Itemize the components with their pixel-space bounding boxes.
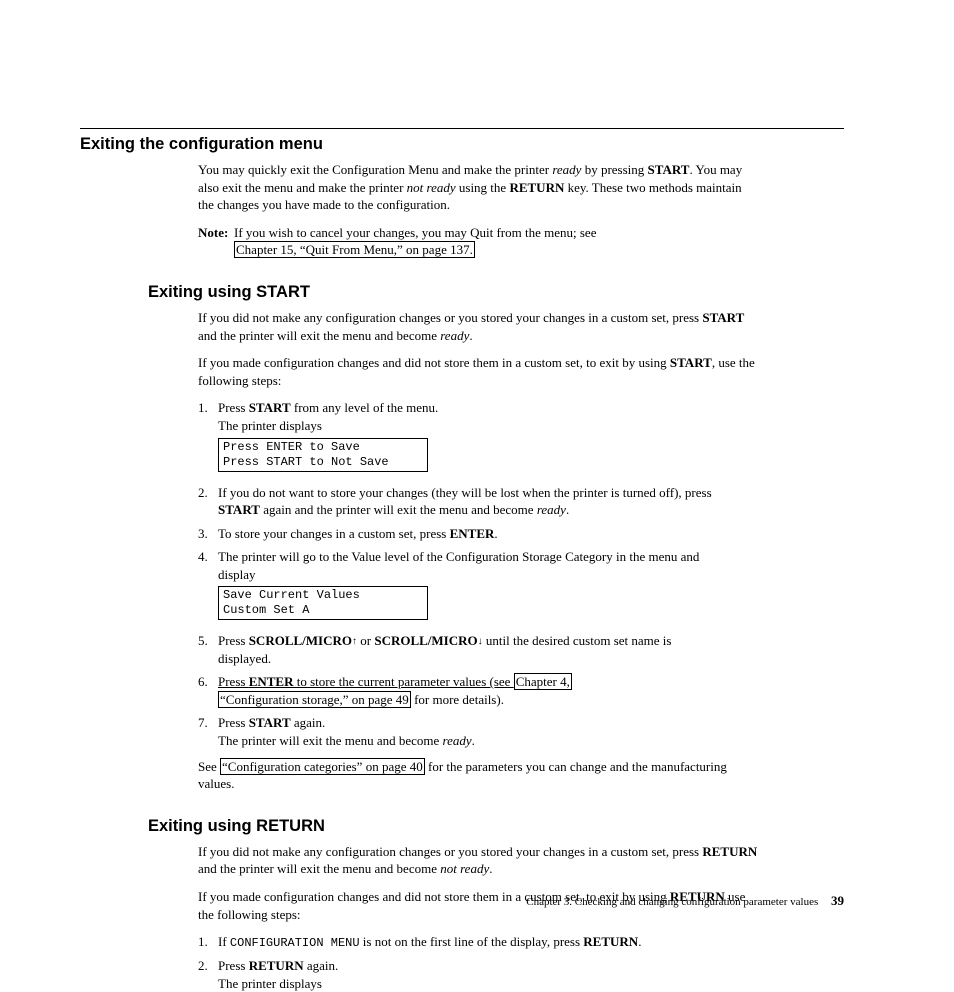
step-number: 6. [198, 673, 218, 708]
heading-exiting-config-menu: Exiting the configuration menu [80, 133, 844, 155]
heading-exiting-return: Exiting using RETURN [148, 815, 844, 837]
ordered-steps-start: 1. Press START from any level of the men… [198, 399, 758, 749]
step-number: 1. [198, 399, 218, 477]
rule [80, 128, 844, 129]
list-item: 7. Press START again. The printer will e… [198, 714, 758, 749]
text: and the printer will exit the menu and b… [198, 328, 440, 343]
step-text: Press START again. [218, 714, 718, 732]
text-bold: RETURN [702, 844, 757, 859]
step-text: To store your changes in a custom set, p… [218, 525, 718, 543]
text: See [198, 759, 220, 774]
intro-paragraph: You may quickly exit the Configuration M… [198, 161, 758, 214]
step-text: The printer displays [218, 975, 718, 992]
note: Note: If you wish to cancel your changes… [198, 224, 758, 259]
heading-exiting-start: Exiting using START [148, 281, 844, 303]
page: Exiting the configuration menu You may q… [0, 0, 954, 954]
step-text: Press RETURN again. [218, 957, 718, 975]
xref-config-categories[interactable]: “Configuration categories” on page 40 [220, 758, 425, 775]
text-italic: not ready [407, 180, 456, 195]
step-number: 4. [198, 548, 218, 626]
step-text: Press SCROLL/MICRO↑ or SCROLL/MICRO↓ unt… [218, 632, 718, 667]
step-text: The printer will exit the menu and becom… [218, 732, 718, 750]
text-bold: START [670, 355, 712, 370]
page-number: 39 [831, 893, 844, 908]
text: If you did not make any configuration ch… [198, 310, 702, 325]
step-number: 5. [198, 632, 218, 667]
paragraph: If you did not make any configuration ch… [198, 843, 758, 878]
text: using the [456, 180, 510, 195]
page-footer: Chapter 3. Checking and changing configu… [526, 892, 844, 910]
ordered-steps-return: 1. If CONFIGURATION MENU is not on the f… [198, 933, 758, 992]
list-item: 4. The printer will go to the Value leve… [198, 548, 758, 626]
step-number: 1. [198, 933, 218, 951]
text-italic: not ready [440, 861, 489, 876]
text-italic: ready [552, 162, 581, 177]
paragraph: If you did not make any configuration ch… [198, 309, 758, 344]
start-section: If you did not make any configuration ch… [198, 309, 758, 792]
mono-text: CONFIGURATION MENU [230, 936, 360, 950]
text-bold: START [702, 310, 744, 325]
list-item: 3. To store your changes in a custom set… [198, 525, 758, 543]
list-item: 1. If CONFIGURATION MENU is not on the f… [198, 933, 758, 951]
note-text: If you wish to cancel your changes, you … [234, 224, 596, 259]
text-bold: RETURN [509, 180, 564, 195]
text-italic: ready [440, 328, 469, 343]
xref-config-storage[interactable]: “Configuration storage,” on page 49 [218, 691, 411, 708]
step-text: Press ENTER to store the current paramet… [218, 673, 718, 708]
step-text: If CONFIGURATION MENU is not on the firs… [218, 933, 718, 951]
intro-block: You may quickly exit the Configuration M… [198, 161, 758, 259]
text: If you did not make any configuration ch… [198, 844, 702, 859]
list-item: 6. Press ENTER to store the current para… [198, 673, 758, 708]
step-number: 7. [198, 714, 218, 749]
list-item: 2. If you do not want to store your chan… [198, 484, 758, 519]
paragraph: See “Configuration categories” on page 4… [198, 758, 758, 793]
list-item: 2. Press RETURN again. The printer displ… [198, 957, 758, 992]
text: by pressing [581, 162, 647, 177]
step-text: The printer will go to the Value level o… [218, 548, 718, 583]
text: . [489, 861, 492, 876]
footer-text: Chapter 3. Checking and changing configu… [526, 896, 818, 908]
step-number: 2. [198, 957, 218, 992]
step-text: Press START from any level of the menu. [218, 399, 718, 417]
step-text: The printer displays [218, 417, 718, 435]
list-item: 5. Press SCROLL/MICRO↑ or SCROLL/MICRO↓ … [198, 632, 758, 667]
text: . [469, 328, 472, 343]
text: You may quickly exit the Configuration M… [198, 162, 552, 177]
text: If you made configuration changes and di… [198, 355, 670, 370]
xref-config-storage[interactable]: Chapter 4, [514, 673, 572, 690]
printer-display-box: Press ENTER to Save Press START to Not S… [218, 438, 428, 472]
text-bold: START [648, 162, 690, 177]
text: and the printer will exit the menu and b… [198, 861, 440, 876]
xref-quit-from-menu[interactable]: Chapter 15, “Quit From Menu,” on page 13… [234, 241, 475, 258]
printer-display-box: Save Current Values Custom Set A [218, 586, 428, 620]
step-number: 2. [198, 484, 218, 519]
paragraph: If you made configuration changes and di… [198, 354, 758, 389]
list-item: 1. Press START from any level of the men… [198, 399, 758, 477]
return-section: If you did not make any configuration ch… [198, 843, 758, 992]
step-number: 3. [198, 525, 218, 543]
text: If you wish to cancel your changes, you … [234, 225, 596, 240]
note-label: Note: [198, 224, 234, 259]
step-text: If you do not want to store your changes… [218, 484, 718, 519]
